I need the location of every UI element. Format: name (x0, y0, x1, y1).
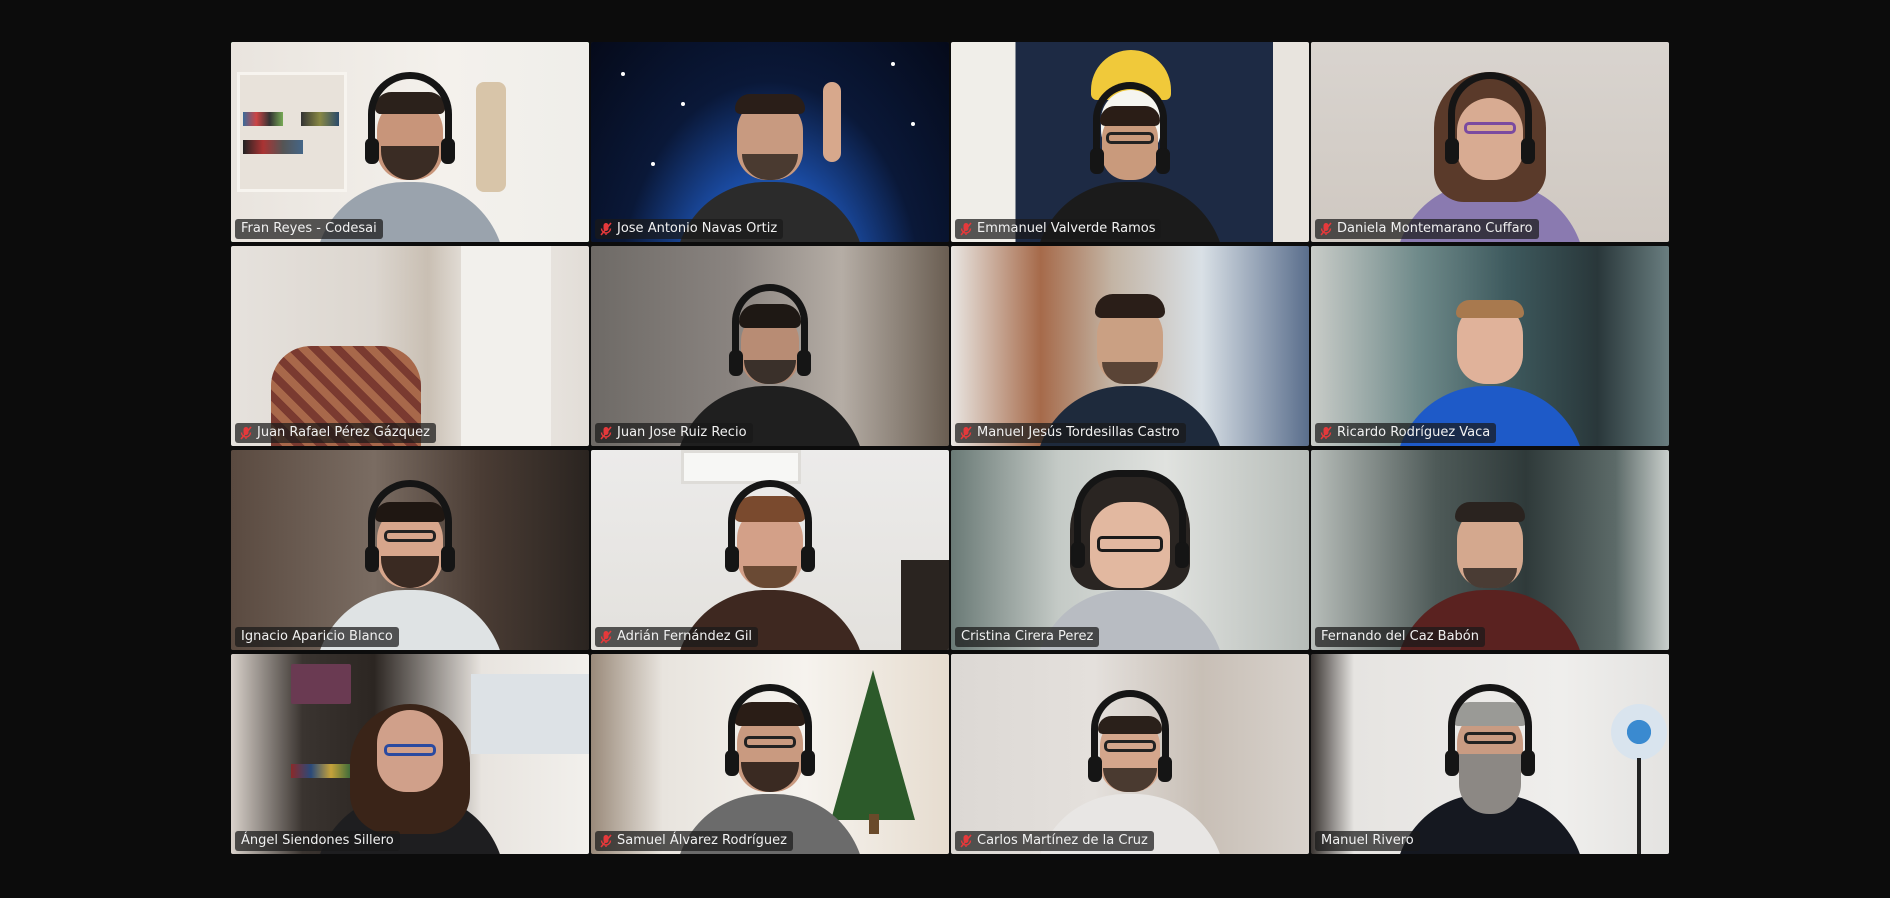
participant-name: Ángel Siendones Sillero (241, 833, 394, 848)
microphone-muted-icon (1320, 222, 1332, 236)
video-feed (231, 246, 589, 446)
video-feed (231, 654, 589, 854)
video-feed (951, 246, 1309, 446)
participant-name: Fernando del Caz Babón (1321, 629, 1479, 644)
participant-name-label: Ángel Siendones Sillero (235, 831, 400, 851)
microphone-muted-icon (240, 426, 252, 440)
microphone-muted-icon (960, 426, 972, 440)
participant-tile[interactable]: Daniela Montemarano Cuffaro (1311, 42, 1669, 242)
microphone-muted-icon (1320, 426, 1332, 440)
participant-name-label: Emmanuel Valverde Ramos (955, 219, 1162, 239)
video-feed (231, 42, 589, 242)
participant-tile[interactable]: Ángel Siendones Sillero (231, 654, 589, 854)
participant-name: Adrián Fernández Gil (617, 629, 753, 644)
participant-tile[interactable]: Ricardo Rodríguez Vaca (1311, 246, 1669, 446)
participant-name: Samuel Álvarez Rodríguez (617, 833, 787, 848)
microphone-muted-icon (600, 834, 612, 848)
video-feed (591, 654, 949, 854)
video-feed (1311, 42, 1669, 242)
participant-name-label: Juan Jose Ruiz Recio (595, 423, 753, 443)
video-feed (591, 246, 949, 446)
participant-name: Juan Rafael Pérez Gázquez (257, 425, 430, 440)
microphone-muted-icon (600, 630, 612, 644)
participant-tile[interactable]: Carlos Martínez de la Cruz (951, 654, 1309, 854)
participant-name-label: Cristina Cirera Perez (955, 627, 1100, 647)
video-feed (951, 42, 1309, 242)
participant-name: Manuel Rivero (1321, 833, 1414, 848)
video-feed (231, 450, 589, 650)
participant-name: Fran Reyes - Codesai (241, 221, 377, 236)
participant-tile[interactable]: Fernando del Caz Babón (1311, 450, 1669, 650)
participant-tile[interactable]: Fran Reyes - Codesai (231, 42, 589, 242)
video-feed (591, 450, 949, 650)
video-feed (951, 654, 1309, 854)
participant-name-label: Jose Antonio Navas Ortiz (595, 219, 784, 239)
participant-tile[interactable]: Manuel Jesús Tordesillas Castro (951, 246, 1309, 446)
microphone-muted-icon (960, 222, 972, 236)
participant-tile[interactable]: Adrián Fernández Gil (591, 450, 949, 650)
participant-name: Emmanuel Valverde Ramos (977, 221, 1156, 236)
participant-name: Carlos Martínez de la Cruz (977, 833, 1148, 848)
participant-tile[interactable]: Emmanuel Valverde Ramos (951, 42, 1309, 242)
participant-name: Manuel Jesús Tordesillas Castro (977, 425, 1180, 440)
participant-name: Cristina Cirera Perez (961, 629, 1094, 644)
participant-name-label: Samuel Álvarez Rodríguez (595, 831, 793, 851)
participant-tile[interactable]: Manuel Rivero (1311, 654, 1669, 854)
participant-name-label: Daniela Montemarano Cuffaro (1315, 219, 1539, 239)
participant-tile[interactable]: Cristina Cirera Perez (951, 450, 1309, 650)
participant-name-label: Ricardo Rodríguez Vaca (1315, 423, 1497, 443)
participant-name: Ricardo Rodríguez Vaca (1337, 425, 1491, 440)
participant-tile[interactable]: Samuel Álvarez Rodríguez (591, 654, 949, 854)
participant-tile[interactable]: Juan Jose Ruiz Recio (591, 246, 949, 446)
microphone-muted-icon (600, 222, 612, 236)
video-feed (1311, 450, 1669, 650)
participant-name-label: Adrián Fernández Gil (595, 627, 759, 647)
participant-name-label: Fran Reyes - Codesai (235, 219, 383, 239)
microphone-muted-icon (960, 834, 972, 848)
microphone-muted-icon (600, 426, 612, 440)
participant-name-label: Juan Rafael Pérez Gázquez (235, 423, 436, 443)
participant-name: Ignacio Aparicio Blanco (241, 629, 393, 644)
participant-name: Daniela Montemarano Cuffaro (1337, 221, 1533, 236)
video-feed (1311, 654, 1669, 854)
gallery-view-grid: Fran Reyes - Codesai Jose Antonio Navas … (231, 42, 1671, 854)
participant-name-label: Manuel Jesús Tordesillas Castro (955, 423, 1186, 443)
video-feed (591, 42, 949, 242)
participant-name-label: Fernando del Caz Babón (1315, 627, 1485, 647)
participant-name-label: Carlos Martínez de la Cruz (955, 831, 1154, 851)
video-feed (1311, 246, 1669, 446)
participant-tile[interactable]: Juan Rafael Pérez Gázquez (231, 246, 589, 446)
participant-name-label: Ignacio Aparicio Blanco (235, 627, 399, 647)
participant-tile[interactable]: Jose Antonio Navas Ortiz (591, 42, 949, 242)
video-feed (951, 450, 1309, 650)
video-call-window: Fran Reyes - Codesai Jose Antonio Navas … (0, 0, 1890, 898)
participant-name-label: Manuel Rivero (1315, 831, 1420, 851)
participant-name: Juan Jose Ruiz Recio (617, 425, 747, 440)
participant-name: Jose Antonio Navas Ortiz (617, 221, 778, 236)
participant-tile[interactable]: Ignacio Aparicio Blanco (231, 450, 589, 650)
